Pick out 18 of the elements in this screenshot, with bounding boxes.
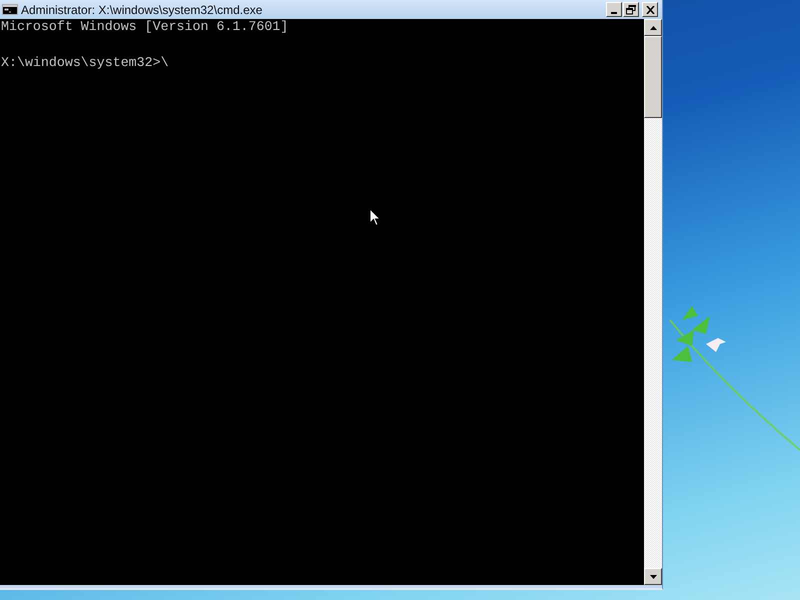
up-arrow-icon	[650, 26, 656, 30]
restore-button[interactable]	[623, 2, 639, 17]
console-area[interactable]: Microsoft Windows [Version 6.1.7601] X:\windows\system32>\	[0, 19, 644, 585]
restore-icon	[626, 4, 636, 14]
minimize-icon	[611, 12, 617, 14]
close-button[interactable]	[642, 2, 658, 17]
window-title: Administrator: X:\windows\system32\cmd.exe	[21, 2, 264, 16]
scrollbar-thumb[interactable]	[644, 36, 662, 118]
mouse-pointer-icon	[369, 208, 381, 227]
scroll-down-button[interactable]	[644, 568, 662, 585]
console-app-icon	[2, 4, 18, 15]
minimize-button[interactable]	[606, 2, 622, 17]
vertical-scrollbar[interactable]	[644, 19, 662, 585]
close-icon	[646, 6, 654, 14]
command-prompt: X:\windows\system32>\	[1, 56, 169, 70]
down-arrow-icon	[650, 574, 656, 578]
console-output-line: Microsoft Windows [Version 6.1.7601]	[1, 20, 288, 34]
scroll-up-button[interactable]	[644, 19, 662, 36]
